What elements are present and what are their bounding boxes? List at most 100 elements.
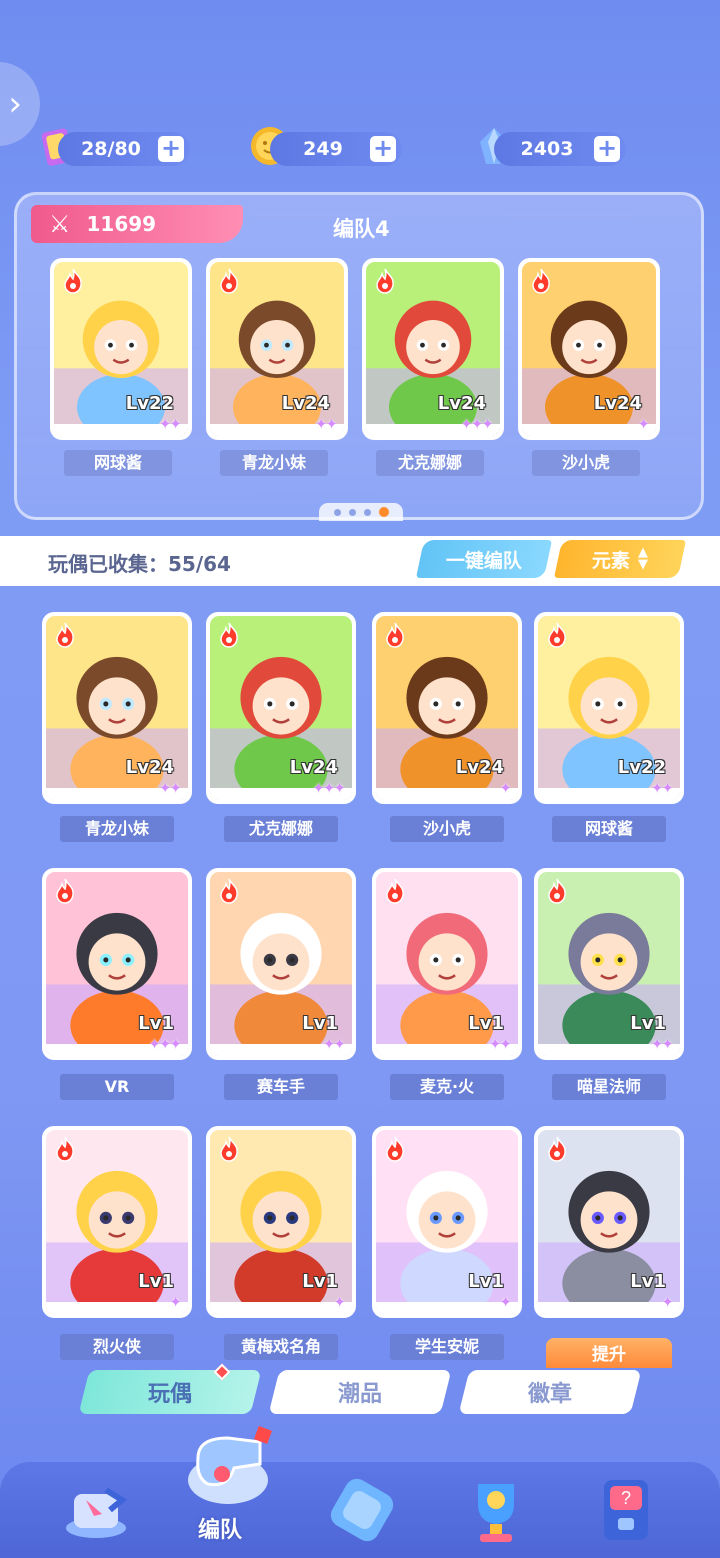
level-label: Lv22 (125, 393, 174, 414)
team-power-value: 11699 (86, 212, 157, 236)
fire-element-icon (220, 622, 238, 648)
one-click-team-label: 一键编队 (445, 549, 522, 572)
doll-card[interactable]: Lv24 ✦ (372, 612, 522, 804)
card-art: Lv24 ✦✦✦ (366, 262, 500, 436)
card-art: Lv24 ✦ (522, 262, 656, 436)
tab-dolls-label: 玩偶 (147, 1382, 192, 1407)
doll-name: 沙小虎 (390, 816, 504, 842)
level-label: Lv24 (593, 393, 642, 414)
doll-name: 烈火侠 (60, 1334, 174, 1360)
card-art: Lv24 ✦✦✦ (210, 616, 352, 800)
tab-badges[interactable]: 徽章 (458, 1370, 642, 1414)
element-filter-label: 元素 (591, 549, 630, 572)
doll-card[interactable]: Lv1 ✦ (372, 1126, 522, 1318)
doll-card[interactable]: Lv1 ✦ (534, 1126, 684, 1318)
level-label: Lv24 (437, 393, 486, 414)
doll-card[interactable]: Lv1 ✦✦ (372, 868, 522, 1060)
doll-card[interactable]: Lv1 ✦✦✦ (42, 868, 192, 1060)
level-label: Lv1 (302, 1271, 338, 1292)
level-label: Lv22 (617, 757, 666, 778)
star-rating: ✦✦✦ (460, 415, 494, 433)
team-member-name: 青龙小妹 (220, 450, 328, 476)
team-slot-card[interactable]: Lv24 ✦✦ (206, 258, 348, 440)
doll-card[interactable]: Lv1 ✦ (206, 1126, 356, 1318)
card-art: Lv1 ✦✦ (376, 872, 518, 1056)
tab-badges-label: 徽章 (527, 1382, 572, 1407)
sort-arrows-icon: ▲ ▼ (638, 545, 648, 572)
crystal-value: 2403 (520, 138, 574, 160)
doll-name: 学生安妮 (390, 1334, 504, 1360)
team-slot-card[interactable]: Lv22 ✦✦ (50, 258, 192, 440)
gacha-machine-icon[interactable]: ? (586, 1470, 666, 1550)
fire-element-icon (548, 622, 566, 648)
team-page-indicator[interactable] (319, 503, 403, 521)
star-rating: ✦✦ (650, 779, 674, 797)
doll-card[interactable]: Lv1 ✦ (42, 1126, 192, 1318)
doll-name: VR (60, 1074, 174, 1100)
chevron-right-icon: › (8, 84, 22, 124)
resource-crystal: 2403 + (472, 128, 626, 168)
whistle-icon[interactable] (178, 1418, 278, 1518)
back-button[interactable]: › (0, 62, 40, 146)
level-label: Lv24 (281, 393, 330, 414)
card-bottom-strip (376, 788, 518, 800)
level-label: Lv24 (289, 757, 338, 778)
doll-card[interactable]: Lv22 ✦✦ (534, 612, 684, 804)
star-rating: ✦✦✦ (148, 1035, 182, 1053)
level-label: Lv1 (630, 1013, 666, 1034)
star-rating: ✦ (661, 1293, 674, 1311)
page-dot (363, 508, 371, 516)
level-label: Lv1 (630, 1271, 666, 1292)
card-bottom-strip (46, 1302, 188, 1314)
star-rating: ✦✦ (314, 415, 338, 433)
doll-card[interactable]: Lv1 ✦✦ (534, 868, 684, 1060)
team-member-name: 网球酱 (64, 450, 172, 476)
star-rating: ✦ (499, 1293, 512, 1311)
star-rating: ✦ (333, 1293, 346, 1311)
card-bottom-strip (210, 1302, 352, 1314)
page-dot (333, 508, 341, 516)
tab-dolls[interactable]: 玩偶 (78, 1370, 262, 1414)
card-art: Lv1 ✦ (210, 1130, 352, 1314)
fire-element-icon (376, 268, 394, 294)
card-art: Lv1 ✦ (376, 1130, 518, 1314)
fire-element-icon (220, 1136, 238, 1162)
star-rating: ✦ (169, 1293, 182, 1311)
svg-text:?: ? (621, 1488, 631, 1508)
one-click-team-button[interactable]: 一键编队 (415, 540, 553, 578)
level-label: Lv24 (125, 757, 174, 778)
doll-name: 网球酱 (552, 816, 666, 842)
fire-element-icon (56, 622, 74, 648)
page-dot (348, 508, 356, 516)
crossed-swords-icon: ⚔ (49, 210, 71, 238)
level-label: Lv1 (468, 1013, 504, 1034)
add-coin-button[interactable]: + (370, 136, 396, 162)
doll-card[interactable]: Lv24 ✦✦ (42, 612, 192, 804)
fire-element-icon (220, 878, 238, 904)
fire-element-icon (56, 1136, 74, 1162)
resource-energy: 28/80 + (36, 128, 190, 168)
star-rating: ✦✦ (650, 1035, 674, 1053)
star-rating: ✦✦ (158, 779, 182, 797)
star-rating: ✦ (637, 415, 650, 433)
star-rating: ✦✦✦ (312, 779, 346, 797)
fire-element-icon (64, 268, 82, 294)
dice-icon[interactable] (322, 1470, 402, 1550)
doll-card[interactable]: Lv24 ✦✦✦ (206, 612, 356, 804)
add-energy-button[interactable]: + (158, 136, 184, 162)
team-icon[interactable] (56, 1470, 136, 1550)
element-filter-button[interactable]: 元素 ▲ ▼ (553, 540, 687, 578)
tab-trendy-items[interactable]: 潮品 (268, 1370, 452, 1414)
fire-element-icon (532, 268, 550, 294)
page-dot-active (378, 507, 389, 517)
card-art: Lv1 ✦ (46, 1130, 188, 1314)
team-slot-card[interactable]: Lv24 ✦✦✦ (362, 258, 504, 440)
team-title: 编队4 (333, 217, 390, 241)
team-slot-card[interactable]: Lv24 ✦ (518, 258, 660, 440)
tab-trendy-label: 潮品 (337, 1382, 382, 1407)
promote-button[interactable]: 提升 (546, 1338, 672, 1368)
promote-label: 提升 (592, 1345, 626, 1365)
doll-card[interactable]: Lv1 ✦✦ (206, 868, 356, 1060)
trophy-icon[interactable] (456, 1470, 536, 1550)
add-crystal-button[interactable]: + (594, 136, 620, 162)
